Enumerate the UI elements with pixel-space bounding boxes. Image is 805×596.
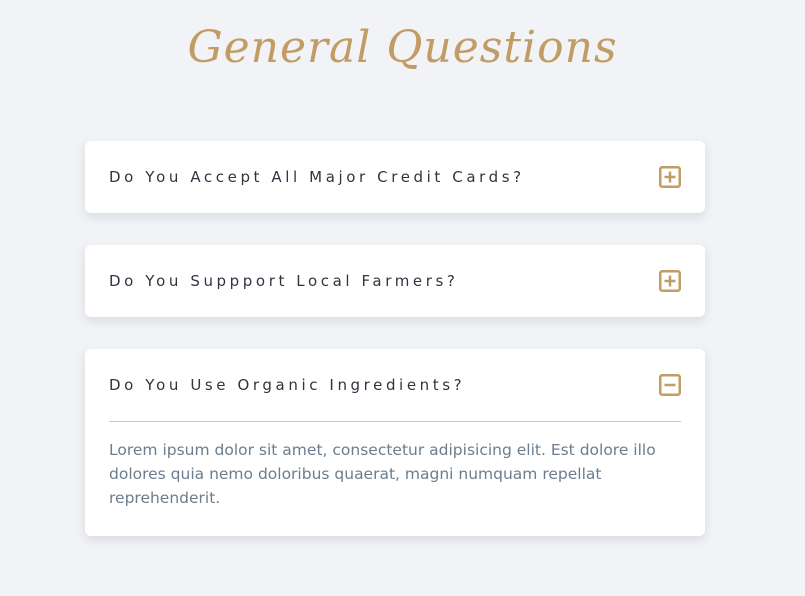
plus-square-icon[interactable] xyxy=(659,270,681,292)
faq-question: Do You Accept All Major Credit Cards? xyxy=(109,168,525,186)
faq-header-credit-cards[interactable]: Do You Accept All Major Credit Cards? xyxy=(85,141,705,213)
faq-item-local-farmers: Do You Suppport Local Farmers? xyxy=(85,245,705,317)
faq-list: Do You Accept All Major Credit Cards? Do… xyxy=(85,141,705,568)
faq-answer: Lorem ipsum dolor sit amet, consectetur … xyxy=(109,441,656,507)
page-title: General Questions xyxy=(187,22,618,73)
faq-header-organic-ingredients[interactable]: Do You Use Organic Ingredients? xyxy=(85,349,705,421)
faq-question: Do You Suppport Local Farmers? xyxy=(109,272,459,290)
faq-page: General Questions Do You Accept All Majo… xyxy=(0,0,805,596)
plus-square-icon[interactable] xyxy=(659,166,681,188)
faq-item-credit-cards: Do You Accept All Major Credit Cards? xyxy=(85,141,705,213)
faq-item-organic-ingredients: Do You Use Organic Ingredients? Lorem ip… xyxy=(85,349,705,536)
minus-square-icon[interactable] xyxy=(659,374,681,396)
faq-question: Do You Use Organic Ingredients? xyxy=(109,376,466,394)
faq-header-local-farmers[interactable]: Do You Suppport Local Farmers? xyxy=(85,245,705,317)
